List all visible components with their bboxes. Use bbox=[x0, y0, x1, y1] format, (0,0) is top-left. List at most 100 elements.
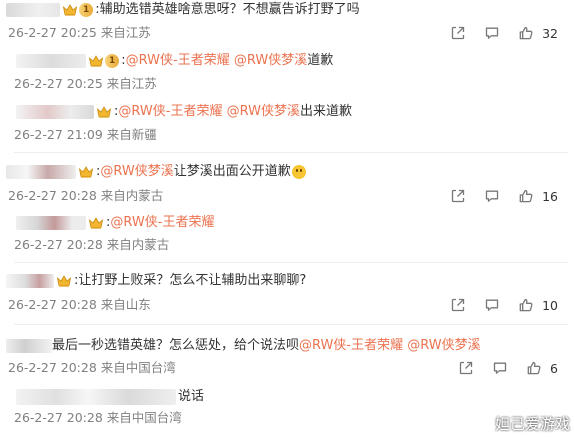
comment-text: :让打野上败采？怎么不让辅助出来聊聊? bbox=[74, 273, 307, 288]
user-badge bbox=[88, 216, 104, 230]
comment-meta: 26-2-27 20:25 来自江苏 bbox=[14, 75, 157, 93]
crown-icon bbox=[88, 54, 104, 68]
mention-link[interactable]: @RW侠-王者荣耀 bbox=[110, 213, 214, 233]
share-icon bbox=[450, 25, 466, 41]
username-redacted[interactable] bbox=[6, 339, 52, 353]
username-redacted[interactable] bbox=[16, 105, 94, 119]
comment-text-line: :让打野上败采？怎么不让辅助出来聊聊? bbox=[6, 271, 306, 291]
like-icon bbox=[518, 25, 534, 41]
username-redacted[interactable] bbox=[6, 165, 76, 179]
comment-meta: 26-2-27 20:28 来自中国台湾 bbox=[14, 409, 182, 427]
divider bbox=[14, 324, 568, 325]
comment-text: 道歉 bbox=[307, 53, 334, 68]
comment-location: 来自江苏 bbox=[106, 76, 157, 91]
like-button[interactable]: 6 bbox=[526, 360, 558, 376]
comment-time: 26-2-27 20:25 bbox=[14, 76, 103, 91]
comment-text: 最后一秒选错英雄？怎么惩处，给个说法呗 bbox=[52, 338, 300, 353]
share-button[interactable] bbox=[458, 360, 474, 376]
comment-icon bbox=[484, 188, 500, 204]
crown-icon bbox=[56, 274, 72, 288]
comment-meta: 26-2-27 20:28 来自内蒙古 bbox=[8, 187, 163, 205]
mention-link[interactable]: @RW侠梦溪 bbox=[407, 336, 480, 356]
comment-meta: 26-2-27 21:09 来自新疆 bbox=[14, 126, 157, 144]
comment-time: 26-2-27 20:25 bbox=[8, 25, 97, 40]
comment-meta: 26-2-27 20:28 来自山东 bbox=[8, 296, 151, 314]
comment-actions: 32 bbox=[432, 24, 558, 42]
comment-time: 26-2-27 20:28 bbox=[8, 188, 97, 203]
share-icon bbox=[450, 188, 466, 204]
comment-icon bbox=[484, 25, 500, 41]
username-redacted[interactable] bbox=[6, 274, 54, 288]
crown-icon bbox=[78, 165, 94, 179]
like-icon bbox=[526, 360, 542, 376]
share-button[interactable] bbox=[450, 188, 466, 204]
vip-badge: 1 bbox=[105, 54, 120, 68]
reply-button[interactable] bbox=[492, 360, 508, 376]
comment-item: 1 :辅助选错英雄啥意思呀？不想赢告诉打野了吗 26-2-27 20:25 来自… bbox=[0, 0, 574, 48]
username-redacted[interactable] bbox=[6, 3, 60, 17]
comment-meta: 26-2-27 20:25 来自江苏 bbox=[8, 24, 151, 42]
mention-link[interactable]: @RW侠-王者荣耀 bbox=[126, 51, 230, 71]
reply-button[interactable] bbox=[484, 188, 500, 204]
like-button[interactable]: 10 bbox=[518, 297, 558, 313]
comment-actions: 6 bbox=[440, 359, 558, 377]
mention-link[interactable]: @RW侠梦溪 bbox=[100, 162, 173, 182]
like-count: 6 bbox=[550, 360, 558, 376]
comment-icon bbox=[492, 360, 508, 376]
like-count: 16 bbox=[542, 188, 558, 204]
comment-location: 来自江苏 bbox=[100, 25, 151, 40]
comment-time: 26-2-27 21:09 bbox=[14, 127, 103, 142]
username-redacted[interactable] bbox=[16, 216, 86, 230]
user-badge bbox=[96, 105, 112, 119]
share-button[interactable] bbox=[450, 297, 466, 313]
divider bbox=[14, 152, 568, 153]
comment-text-line: 最后一秒选错英雄？怎么惩处，给个说法呗 @RW侠-王者荣耀 @RW侠梦溪 bbox=[6, 336, 481, 356]
reply-button[interactable] bbox=[484, 25, 500, 41]
comment-text: 让梦溪出面公开道歉 bbox=[173, 164, 291, 179]
reply-button[interactable] bbox=[484, 297, 500, 313]
comment-text-line: 说话 bbox=[16, 387, 204, 407]
mention-link[interactable]: @RW侠梦溪 bbox=[227, 102, 300, 122]
username-redacted[interactable] bbox=[16, 54, 86, 68]
mention-link[interactable]: @RW侠梦溪 bbox=[234, 51, 307, 71]
comment-actions: 16 bbox=[432, 187, 558, 205]
comment-text: 出来道歉 bbox=[299, 104, 352, 119]
comment-meta: 26-2-27 20:28 来自内蒙古 bbox=[14, 236, 169, 254]
divider bbox=[14, 262, 568, 263]
share-icon bbox=[458, 360, 474, 376]
user-badge bbox=[56, 274, 72, 288]
comment-text-line: 1 : @RW侠-王者荣耀 @RW侠梦溪 道歉 bbox=[16, 51, 333, 71]
mention-link[interactable]: @RW侠-王者荣耀 bbox=[118, 102, 222, 122]
watermark: 妲己爱游戏 bbox=[494, 415, 570, 433]
vip-badge: 1 bbox=[79, 3, 94, 17]
username-redacted[interactable] bbox=[16, 389, 176, 405]
comment-item: : @RW侠梦溪 让梦溪出面公开道歉 26-2-27 20:28 来自内蒙古 1… bbox=[0, 160, 574, 208]
comment-location: 来自内蒙古 bbox=[100, 188, 164, 203]
comment-location: 来自中国台湾 bbox=[100, 360, 176, 375]
comment-time: 26-2-27 20:28 bbox=[14, 237, 103, 252]
comment-time: 26-2-27 20:28 bbox=[8, 360, 97, 375]
comment-time: 26-2-27 20:28 bbox=[14, 410, 103, 425]
comment-icon bbox=[484, 297, 500, 313]
comment-location: 来自中国台湾 bbox=[106, 410, 182, 425]
user-badge bbox=[78, 165, 94, 179]
like-count: 10 bbox=[542, 297, 558, 313]
like-icon bbox=[518, 297, 534, 313]
comment-text-line: : @RW侠-王者荣耀 bbox=[16, 213, 214, 233]
reply-item: : @RW侠-王者荣耀 @RW侠梦溪 出来道歉 26-2-27 21:09 来自… bbox=[0, 98, 574, 146]
comment-text-line: : @RW侠梦溪 让梦溪出面公开道歉 bbox=[6, 162, 306, 182]
comment-item: 最后一秒选错英雄？怎么惩处，给个说法呗 @RW侠-王者荣耀 @RW侠梦溪 26-… bbox=[0, 334, 574, 382]
mention-link[interactable]: @RW侠-王者荣耀 bbox=[299, 336, 403, 356]
share-button[interactable] bbox=[450, 25, 466, 41]
reply-item: 1 : @RW侠-王者荣耀 @RW侠梦溪 道歉 26-2-27 20:25 来自… bbox=[0, 48, 574, 96]
like-icon bbox=[518, 188, 534, 204]
like-button[interactable]: 16 bbox=[518, 188, 558, 204]
comment-location: 来自山东 bbox=[100, 297, 151, 312]
comment-text: :辅助选错英雄啥意思呀？不想赢告诉打野了吗 bbox=[95, 2, 360, 17]
share-icon bbox=[450, 297, 466, 313]
like-button[interactable]: 32 bbox=[518, 25, 558, 41]
comment-time: 26-2-27 20:28 bbox=[8, 297, 97, 312]
comment-actions: 10 bbox=[432, 296, 558, 314]
reply-item: : @RW侠-王者荣耀 26-2-27 20:28 来自内蒙古 bbox=[0, 210, 574, 258]
comment-text: 说话 bbox=[178, 389, 205, 404]
